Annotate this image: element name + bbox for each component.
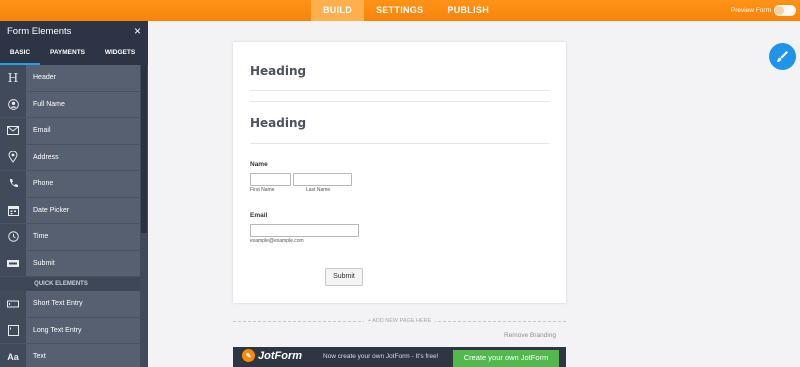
top-navbar: BUILD SETTINGS PUBLISH Preview Form <box>0 0 800 21</box>
sidebar-tabs: BASIC PAYMENTS WIDGETS <box>0 43 148 65</box>
promo-text: Now create your own JotForm - It's free! <box>323 353 439 360</box>
tab-build[interactable]: BUILD <box>311 0 364 21</box>
sidebar-item-label: Full Name <box>33 100 65 108</box>
jotform-logo-icon: ✎ <box>242 349 255 362</box>
tab-basic[interactable]: BASIC <box>0 43 40 65</box>
tab-widgets[interactable]: WIDGETS <box>95 43 145 65</box>
email-sublabel: example@example.com <box>250 238 304 244</box>
sidebar-element-list: H Header Full Name Email Address Phone D… <box>0 64 140 367</box>
sidebar-item-phone[interactable]: Phone <box>0 170 140 198</box>
create-jotform-button[interactable]: Create your own JotForm <box>453 350 559 367</box>
tab-publish[interactable]: PUBLISH <box>435 0 501 21</box>
email-field-label: Email <box>250 212 268 219</box>
jotform-logo-text: JotForm <box>258 349 302 362</box>
submit-button[interactable]: Submit <box>325 268 363 286</box>
calendar-icon <box>0 197 26 224</box>
sidebar-item-time[interactable]: Time <box>0 223 140 251</box>
sidebar-item-label: Header <box>33 74 56 82</box>
sidebar-scroll-thumb[interactable] <box>141 65 147 233</box>
envelope-icon <box>0 117 26 144</box>
email-input[interactable] <box>250 224 359 237</box>
sidebar-item-label: Phone <box>33 180 54 188</box>
short-text-icon <box>0 290 26 317</box>
toggle-knob <box>775 6 784 15</box>
sidebar-item-short-text-entry[interactable]: Short Text Entry <box>0 290 140 318</box>
tab-settings[interactable]: SETTINGS <box>364 0 435 21</box>
sidebar-item-label: Date Picker <box>33 206 70 214</box>
divider <box>250 143 549 144</box>
jotform-branding-bar: ✎ JotForm Now create your own JotForm - … <box>233 347 566 367</box>
person-icon <box>0 91 26 118</box>
name-field-label: Name <box>250 161 268 168</box>
sidebar-item-date-picker[interactable]: Date Picker <box>0 197 140 224</box>
last-name-sublabel: Last Name <box>306 187 331 193</box>
sidebar-item-label: Time <box>33 233 49 241</box>
location-pin-icon <box>0 144 26 171</box>
sidebar-item-address[interactable]: Address <box>0 144 140 171</box>
jotform-logo: ✎ JotForm <box>242 349 302 362</box>
form-canvas: Heading Heading Name First Name Last Nam… <box>233 42 566 303</box>
header-icon: H <box>0 64 26 91</box>
submit-icon <box>0 250 26 277</box>
sidebar-item-label: Text <box>33 353 46 361</box>
sidebar-item-email[interactable]: Email <box>0 117 140 145</box>
form-heading-1[interactable]: Heading <box>250 64 306 78</box>
divider <box>250 101 549 102</box>
sidebar-item-submit[interactable]: Submit <box>0 250 140 277</box>
sidebar-scrollbar[interactable] <box>140 65 148 367</box>
add-new-page-label: + ADD NEW PAGE HERE <box>363 318 436 324</box>
sidebar-item-label: Address <box>33 153 59 161</box>
form-designer-button[interactable] <box>769 43 796 70</box>
long-text-icon <box>0 317 26 344</box>
form-heading-2[interactable]: Heading <box>250 116 306 130</box>
divider <box>250 90 549 91</box>
sidebar-item-label: Submit <box>33 259 55 267</box>
sidebar-item-text[interactable]: Aa Text <box>0 343 140 367</box>
phone-icon <box>0 170 26 197</box>
paint-brush-icon <box>777 51 788 62</box>
preview-form-control: Preview Form <box>731 0 796 21</box>
form-elements-sidebar: Form Elements × BASIC PAYMENTS WIDGETS H… <box>0 21 148 367</box>
main-tabs: BUILD SETTINGS PUBLISH <box>311 0 501 21</box>
remove-branding-link[interactable]: Remove Branding <box>504 332 556 339</box>
sidebar-item-label: Email <box>33 127 51 135</box>
text-icon: Aa <box>0 343 26 367</box>
sidebar-item-long-text-entry[interactable]: Long Text Entry <box>0 317 140 344</box>
preview-form-toggle[interactable] <box>774 5 796 16</box>
clock-icon <box>0 223 26 250</box>
first-name-sublabel: First Name <box>250 187 275 193</box>
last-name-input[interactable] <box>293 173 352 186</box>
sidebar-header: Form Elements × <box>0 21 148 43</box>
sidebar-item-full-name[interactable]: Full Name <box>0 91 140 118</box>
close-icon[interactable]: × <box>134 25 141 37</box>
tab-payments[interactable]: PAYMENTS <box>40 43 95 65</box>
quick-elements-section-title: QUICK ELEMENTS <box>0 277 140 291</box>
add-new-page-link[interactable]: + ADD NEW PAGE HERE <box>233 318 566 324</box>
sidebar-item-label: Short Text Entry <box>33 300 83 308</box>
sidebar-title: Form Elements <box>7 26 72 37</box>
preview-form-label: Preview Form <box>730 7 771 14</box>
first-name-input[interactable] <box>250 173 291 186</box>
sidebar-item-header[interactable]: H Header <box>0 64 140 92</box>
sidebar-item-label: Long Text Entry <box>33 326 82 334</box>
